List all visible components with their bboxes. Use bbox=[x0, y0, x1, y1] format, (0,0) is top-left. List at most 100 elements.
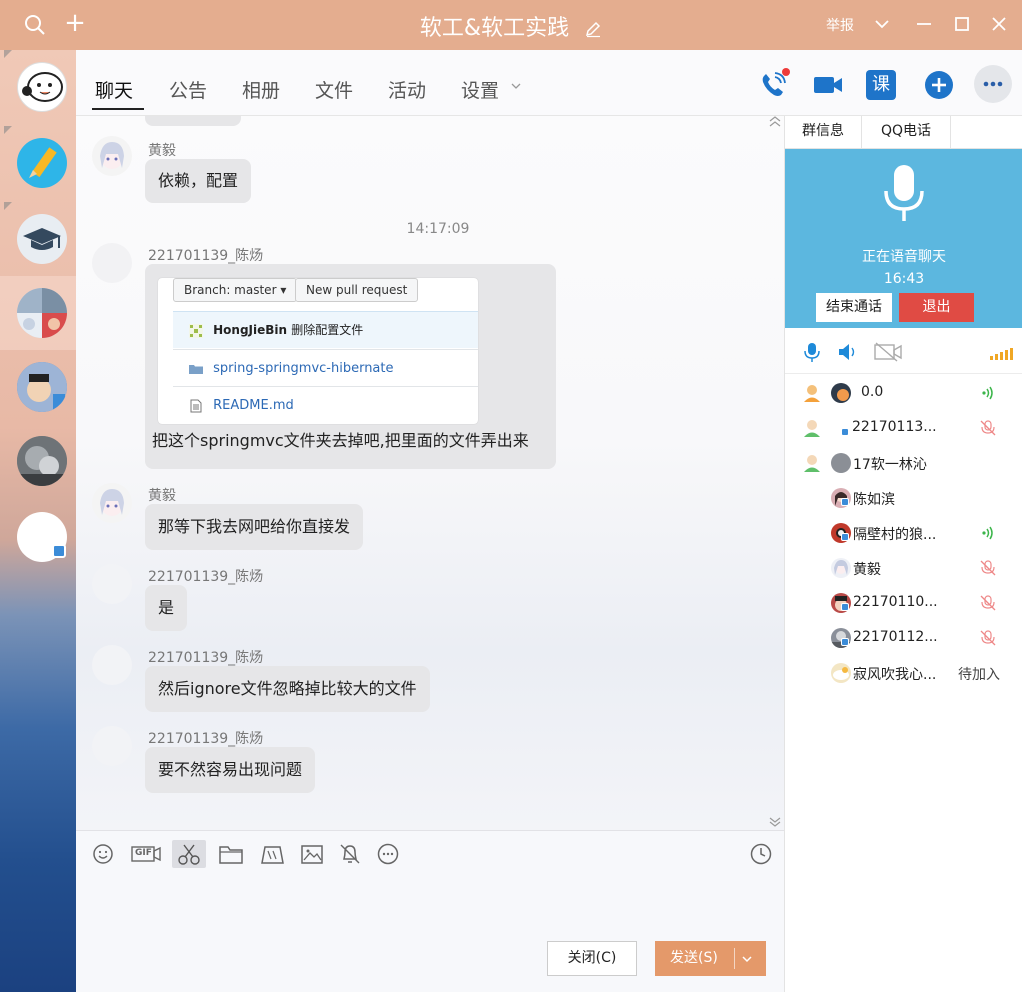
tab-qq-call[interactable]: QQ电话 bbox=[862, 116, 951, 149]
maximize-icon[interactable] bbox=[950, 12, 974, 36]
gift-icon[interactable] bbox=[258, 841, 286, 867]
new-pull-request-button: New pull request bbox=[295, 278, 419, 302]
file-name: README.md bbox=[213, 398, 294, 413]
member-name: 22170113... bbox=[852, 419, 937, 435]
member-row[interactable]: 隔壁村的狼... bbox=[785, 515, 1022, 550]
member-row[interactable]: 22170110... bbox=[785, 585, 1022, 620]
commit-avatar-icon bbox=[189, 323, 203, 338]
quit-button[interactable]: 退出 bbox=[899, 293, 974, 322]
rail-avatar-smoke[interactable] bbox=[17, 436, 67, 486]
sender-name: 221701139_陈炀 bbox=[148, 731, 264, 747]
call-status: 正在语音聊天 bbox=[862, 249, 946, 265]
admin-role-icon bbox=[804, 455, 820, 472]
emoji-icon[interactable] bbox=[89, 841, 117, 867]
message-bubble[interactable]: 然后ignore文件忽略掉比较大的文件 bbox=[145, 666, 430, 712]
avatar[interactable] bbox=[92, 483, 132, 523]
speaking-icon bbox=[982, 386, 993, 400]
member-row[interactable]: 22170112... bbox=[785, 620, 1022, 655]
member-row[interactable]: 寂风吹我心... 待加入 bbox=[785, 655, 1022, 690]
sender-name: 黄毅 bbox=[148, 143, 176, 159]
chat-history[interactable]: 黄毅 依赖，配置 14:17:09 221701139_陈炀 把这个spring… bbox=[76, 116, 784, 830]
avatar[interactable] bbox=[92, 136, 132, 176]
message-bubble[interactable]: 要不然容易出现问题 bbox=[145, 747, 316, 793]
tab-album[interactable]: 相册 bbox=[242, 76, 280, 103]
right-panel-tabs: 群信息 QQ电话 bbox=[785, 116, 1022, 149]
chevron-down-icon[interactable] bbox=[870, 12, 894, 36]
muted-mic-icon bbox=[980, 630, 996, 646]
avatar bbox=[831, 453, 851, 473]
member-row[interactable]: 22170113... bbox=[785, 410, 1022, 445]
phone-call-icon[interactable] bbox=[756, 68, 790, 102]
message-bubble[interactable]: 那等下我去网吧给你直接发 bbox=[145, 504, 364, 550]
rail-avatar-pencil-app[interactable] bbox=[17, 138, 67, 188]
tab-files[interactable]: 文件 bbox=[315, 76, 353, 103]
rail-pin-marker bbox=[4, 126, 12, 134]
rail-avatar-cartoon[interactable] bbox=[17, 362, 67, 412]
message-bubble[interactable]: 依赖，配置 bbox=[145, 159, 252, 203]
class-icon[interactable]: 课 bbox=[866, 70, 896, 100]
more-options-icon[interactable] bbox=[374, 841, 402, 867]
signal-strength-icon bbox=[990, 348, 1013, 360]
rail-avatar-group-selected[interactable] bbox=[17, 288, 67, 338]
device-badge-icon bbox=[841, 498, 849, 506]
member-row[interactable]: 黄毅 bbox=[785, 550, 1022, 585]
close-button[interactable]: 关闭(C) bbox=[547, 941, 637, 976]
scroll-down-icon[interactable] bbox=[768, 816, 782, 828]
rail-pin-marker bbox=[4, 50, 12, 58]
repo-screenshot[interactable]: Branch: master ▾ New pull request HongJi… bbox=[158, 278, 478, 424]
report-link[interactable]: 举报 bbox=[826, 15, 854, 35]
screenshot-scissors-icon bbox=[178, 844, 200, 865]
rail-badge-icon bbox=[52, 544, 66, 558]
sender-name: 221701139_陈炀 bbox=[148, 650, 264, 666]
minimize-icon[interactable] bbox=[912, 12, 936, 36]
tab-chat[interactable]: 聊天 bbox=[95, 76, 133, 103]
message-composer: GIF 关闭(C) 发送(S) bbox=[76, 830, 784, 992]
owner-role-icon bbox=[804, 385, 820, 402]
edit-pencil-icon[interactable] bbox=[584, 20, 602, 38]
tab-activities[interactable]: 活动 bbox=[388, 76, 426, 103]
active-tab-underline bbox=[92, 108, 144, 110]
timestamp: 14:17:09 bbox=[406, 221, 470, 237]
rail-avatar-panda[interactable] bbox=[17, 62, 67, 112]
image-icon[interactable] bbox=[298, 841, 326, 867]
add-icon[interactable] bbox=[922, 68, 956, 102]
screenshot-button[interactable] bbox=[172, 840, 206, 868]
camera-off-icon[interactable] bbox=[873, 342, 903, 362]
folder-icon bbox=[189, 364, 203, 374]
sender-name: 221701139_陈炀 bbox=[148, 248, 264, 264]
bell-off-icon[interactable] bbox=[336, 841, 364, 867]
folder-name: spring-springmvc-hibernate bbox=[213, 361, 394, 376]
message-text: 把这个springmvc文件夹去掉吧,把里面的文件弄出来 bbox=[152, 431, 529, 450]
folder-icon[interactable] bbox=[217, 841, 245, 867]
avatar[interactable] bbox=[92, 726, 132, 766]
rail-avatar-graduation[interactable] bbox=[17, 214, 67, 264]
send-button[interactable]: 发送(S) bbox=[655, 941, 766, 976]
avatar[interactable] bbox=[92, 645, 132, 685]
rail-pin-marker bbox=[4, 202, 12, 210]
message-bubble[interactable]: 是 bbox=[145, 585, 188, 631]
member-row[interactable]: 陈如滨 bbox=[785, 480, 1022, 515]
end-call-button[interactable]: 结束通话 bbox=[816, 293, 892, 322]
muted-mic-icon bbox=[980, 595, 996, 611]
latest-commit-row: HongJieBin 删除配置文件 bbox=[173, 311, 478, 348]
tab-settings[interactable]: 设置 bbox=[461, 76, 499, 103]
more-button[interactable] bbox=[974, 65, 1012, 103]
gif-icon[interactable]: GIF bbox=[130, 841, 162, 867]
video-call-icon[interactable] bbox=[811, 68, 845, 102]
chevron-down-icon[interactable] bbox=[741, 954, 753, 964]
speaker-icon[interactable] bbox=[837, 342, 859, 362]
tab-announcements[interactable]: 公告 bbox=[169, 76, 207, 103]
chevron-down-icon[interactable] bbox=[510, 80, 522, 92]
member-name: 17软一林沁 bbox=[853, 457, 927, 473]
microphone-icon[interactable] bbox=[801, 342, 823, 362]
avatar[interactable] bbox=[92, 564, 132, 604]
scroll-up-icon[interactable] bbox=[768, 116, 782, 128]
member-row[interactable]: 0.0 bbox=[785, 375, 1022, 410]
previous-message-bubble bbox=[145, 116, 241, 126]
tab-group-info[interactable]: 群信息 bbox=[785, 116, 862, 149]
member-row[interactable]: 17软一林沁 bbox=[785, 445, 1022, 480]
avatar[interactable] bbox=[92, 243, 132, 283]
member-name: 陈如滨 bbox=[853, 492, 895, 508]
history-clock-icon[interactable] bbox=[747, 841, 775, 867]
close-icon[interactable] bbox=[987, 12, 1011, 36]
